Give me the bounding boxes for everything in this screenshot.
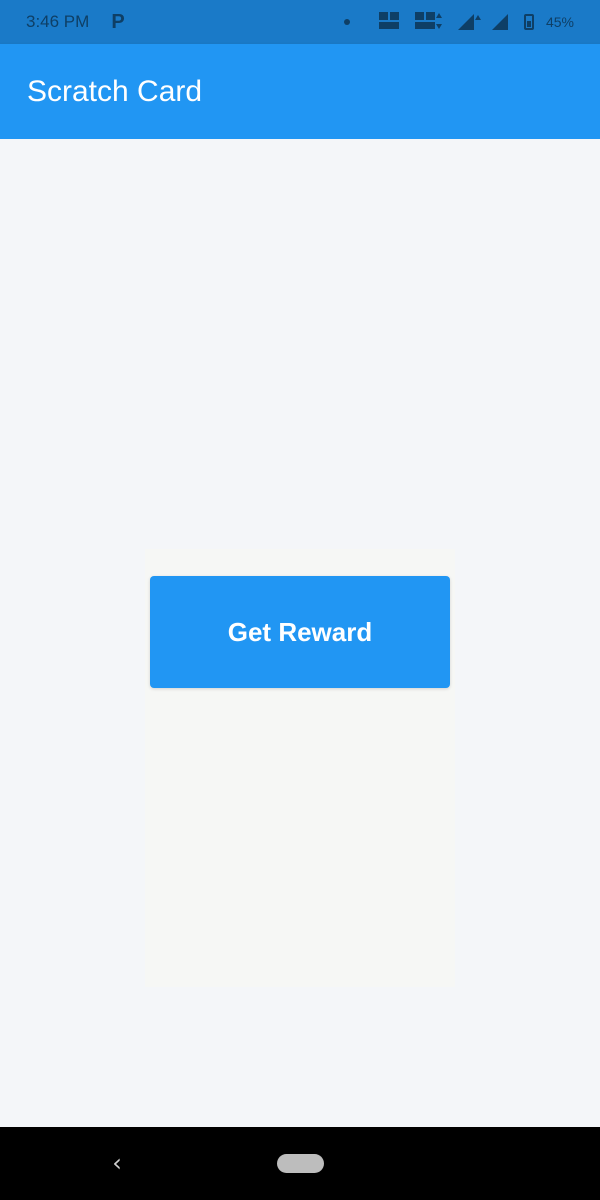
signal-icon	[490, 13, 512, 31]
home-pill-icon[interactable]	[277, 1154, 324, 1173]
volte-icon	[378, 11, 402, 33]
status-icons: 45%	[343, 11, 574, 33]
back-chevron-icon[interactable]: ‹	[106, 1151, 128, 1175]
status-time: 3:46 PM	[26, 12, 90, 31]
status-bar: 3:46 PM P 45%	[0, 0, 600, 44]
notification-dot-icon	[343, 19, 350, 25]
carrier-icon: P	[111, 10, 125, 33]
battery-percent: 45%	[545, 14, 574, 30]
page-title: Scratch Card	[27, 74, 203, 108]
get-reward-button[interactable]: Get Reward	[150, 576, 450, 688]
app-bar: Scratch Card	[0, 44, 600, 139]
system-nav-bar: ‹	[0, 1127, 600, 1200]
signal-icon	[456, 13, 481, 31]
battery-icon	[523, 14, 534, 30]
volte-icon	[414, 11, 444, 33]
